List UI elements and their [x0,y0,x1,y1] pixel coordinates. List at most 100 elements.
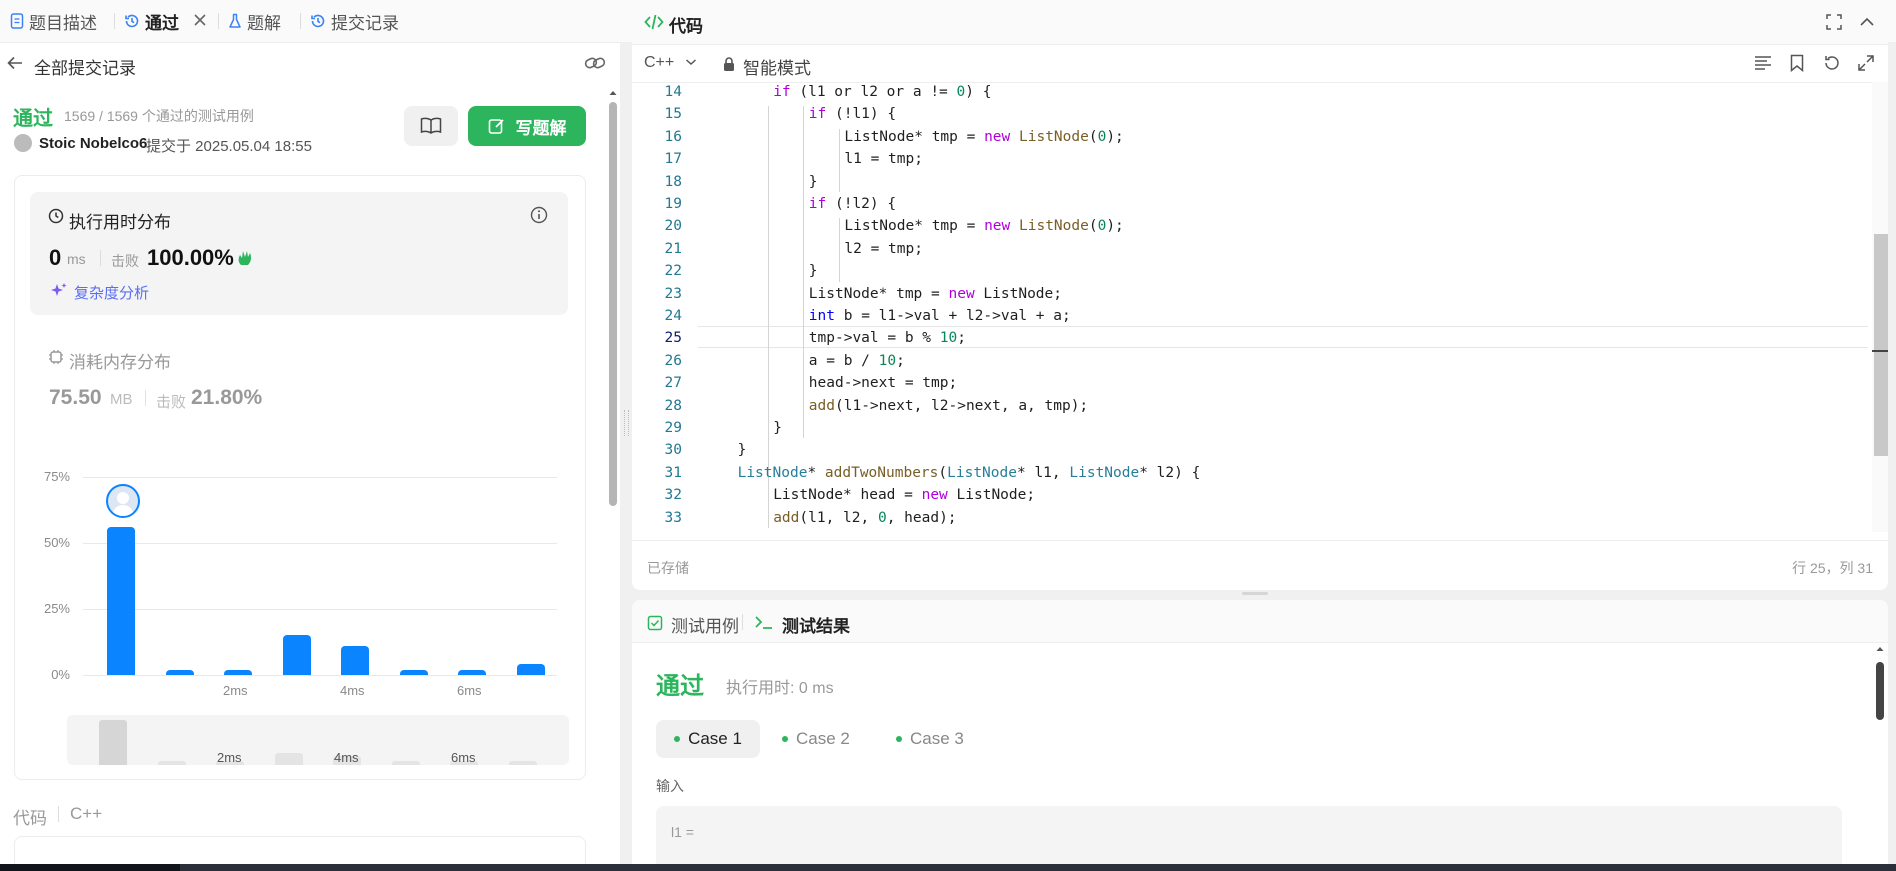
code-line[interactable]: if (l1 or l2 or a != 0) { [773,84,991,100]
code-token: } [737,442,747,459]
code-line[interactable]: ListNode* tmp = new ListNode; [809,286,1062,302]
smart-mode[interactable]: 智能模式 [743,54,811,79]
write-solution-button[interactable]: 写题解 [468,106,586,146]
code-token: } [808,173,818,190]
code-token: ListNode [737,464,808,481]
code-token: ListNode [1019,128,1089,145]
code-token: (l1->next, l2->next, a, tmp); [835,397,1089,414]
format-icon[interactable] [1754,55,1772,76]
reset-icon[interactable] [1823,54,1841,77]
maximize-icon[interactable] [1825,13,1843,36]
clap-icon [236,248,256,273]
code-line[interactable]: a = b / 10; [809,353,905,369]
tab-accepted[interactable]: 通过 [124,0,179,42]
result-status: 通过 [656,673,704,700]
line-number: 29 [664,420,682,436]
code-line[interactable]: } [809,263,818,279]
chart-bar[interactable] [107,527,135,675]
line-number: 17 [664,151,682,168]
avatar[interactable] [14,134,32,152]
line-number: 28 [664,397,682,414]
code-token: new [984,128,1011,145]
case-tab-3[interactable]: Case 3 [896,720,964,758]
document-icon [10,13,24,29]
code-line[interactable]: ListNode* addTwoNumbers(ListNode* l1, Li… [738,465,1201,481]
fullscreen-icon[interactable] [1857,54,1875,77]
code-line[interactable]: l1 = tmp; [844,151,923,167]
memory-beats: 21.80% [191,386,263,409]
code-token: ListNode; [974,285,1062,302]
code-line[interactable]: ListNode* head = new ListNode; [773,487,1035,503]
code-token: tmp->val = b % [808,330,940,347]
info-icon[interactable] [530,206,548,229]
collapse-icon[interactable] [1858,13,1876,36]
runtime-title: 执行用时分布 [69,213,171,232]
tab-result[interactable]: 测试结果 [782,612,850,637]
chart-bar[interactable] [165,669,194,675]
chart-bar[interactable] [282,635,311,675]
case-tab-1[interactable]: Case 1 [656,720,760,758]
editor-scrollbar[interactable] [1872,82,1888,532]
left-scrollbar[interactable] [608,88,618,871]
book-icon [420,117,442,134]
code-token: ( [938,464,948,481]
tab-solutions[interactable]: 题解 [228,0,281,42]
tab-testcase[interactable]: 测试用例 [671,612,739,637]
line-number: 21 [664,240,682,257]
code-token: 0 [877,509,887,526]
tab-description[interactable]: 题目描述 [10,0,97,42]
chart-range-overview[interactable] [67,715,569,765]
code-token: head->next = tmp; [808,375,958,392]
code-line[interactable]: } [738,442,747,458]
complexity-link[interactable]: 复杂度分析 [74,282,149,303]
all-submissions-link[interactable]: 全部提交记录 [34,54,136,79]
bookmark-icon[interactable] [1789,54,1805,77]
editor-scroll-thumb[interactable] [1874,234,1888,456]
result-scroll-thumb[interactable] [1876,662,1884,720]
line-number: 24 [664,308,682,324]
input-first-line: l1 = [671,824,694,840]
code-line[interactable]: } [773,420,782,436]
back-arrow-icon[interactable] [6,54,24,77]
chart-bar[interactable] [399,669,428,675]
user-name[interactable]: Stoic Nobelco6 [39,135,147,152]
line-number: 32 [664,487,682,504]
chart-bar[interactable] [458,669,486,675]
link-icon[interactable] [584,54,606,77]
code-area[interactable]: 14 if (l1 or l2 or a != 0) {15 if (!l1) {1… [632,82,1868,532]
code-token: int [808,308,835,324]
left-scroll-thumb[interactable] [609,102,617,506]
code-line[interactable]: if (!l1) { [809,106,896,122]
vertical-resize-handle[interactable] [1242,592,1268,595]
code-line[interactable]: add(l1->next, l2->next, a, tmp); [809,398,1088,414]
line-number: 19 [664,196,682,212]
language-select[interactable]: C++ [644,54,697,72]
result-scrollbar[interactable] [1874,644,1886,871]
chart-bar[interactable] [224,669,252,675]
code-line[interactable]: l2 = tmp; [844,241,923,257]
code-line[interactable]: int b = l1->val + l2->val + a; [809,308,1071,324]
code-line[interactable]: ListNode* tmp = new ListNode(0); [844,129,1123,145]
chart-bar[interactable] [516,664,545,675]
chart-bar[interactable] [341,645,369,675]
code-line[interactable]: ListNode* tmp = new ListNode(0); [844,218,1123,234]
code-token: new [984,218,1011,235]
memory-title[interactable]: 消耗内存分布 [69,348,171,373]
write-solution-label: 写题解 [515,118,567,138]
code-token: 10 [939,330,958,347]
notes-button[interactable] [404,106,458,146]
code-line[interactable]: tmp->val = b % 10; [809,330,966,346]
panel-resize-handle[interactable] [624,410,629,436]
code-section-lang: C++ [70,804,103,823]
code-line[interactable]: } [809,174,818,190]
code-line[interactable]: head->next = tmp; [809,375,957,391]
memory-beats-label: 击败 [156,394,187,411]
mini-bar [508,761,537,765]
code-token: (l1, l2, [799,509,878,526]
case-tab-2[interactable]: Case 2 [782,720,850,758]
close-tab-icon[interactable] [192,12,208,33]
tab-submissions[interactable]: 提交记录 [310,0,399,42]
code-line[interactable]: add(l1, l2, 0, head); [773,510,956,526]
code-line[interactable]: if (!l2) { [809,196,896,212]
